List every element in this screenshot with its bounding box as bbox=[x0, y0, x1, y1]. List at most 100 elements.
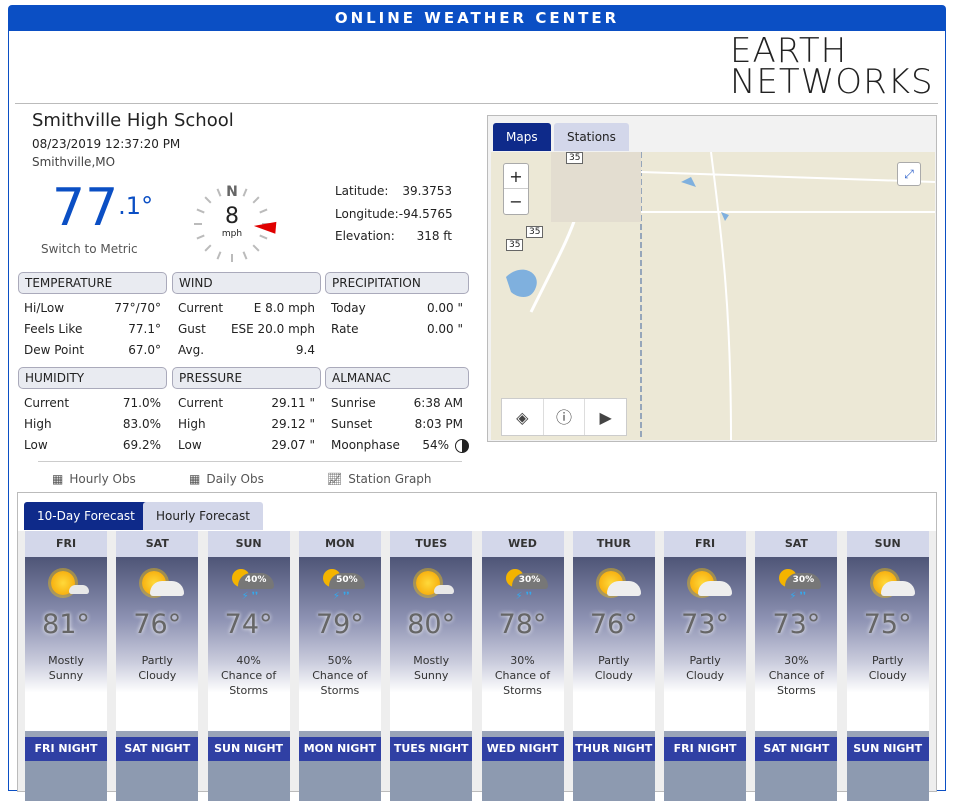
tab-hourly-forecast[interactable]: Hourly Forecast bbox=[143, 502, 263, 530]
interstate-shield: 35 bbox=[506, 239, 524, 251]
station-name: Smithville High School bbox=[32, 110, 234, 131]
data-row: Gust ESE 20.0 mph bbox=[178, 322, 315, 336]
day-label: MON bbox=[298, 531, 381, 557]
section-precipitation: PRECIPITATION Today 0.00 " Rate 0.00 " bbox=[325, 272, 469, 340]
data-row: Current 29.11 " bbox=[178, 396, 315, 410]
partly-cloudy-icon bbox=[138, 569, 185, 605]
section-header: PRESSURE bbox=[172, 367, 321, 389]
data-row: Moonphase 54% bbox=[325, 435, 469, 456]
night-icon bbox=[25, 761, 107, 801]
data-row: Low 69.2% bbox=[24, 438, 161, 452]
precip-chance: 30% bbox=[792, 575, 815, 585]
divider bbox=[15, 103, 938, 104]
data-row: Sunset 8:03 PM bbox=[331, 417, 463, 431]
interstate-shield: 35 bbox=[566, 152, 584, 164]
moon-phase-icon bbox=[455, 438, 469, 453]
forecast-day-card: FRI 81° Mostly Sunny FRI NIGHT bbox=[25, 531, 107, 801]
night-label: SAT NIGHT bbox=[116, 737, 199, 761]
high-temp: 78° bbox=[498, 609, 547, 640]
zoom-out-button[interactable]: − bbox=[504, 189, 528, 214]
condition: Partly Cloudy bbox=[594, 654, 633, 682]
zoom-in-button[interactable]: + bbox=[504, 164, 528, 189]
high-temp: 75° bbox=[863, 609, 912, 640]
storm-icon: 40% ⚡︎ ❜❜ bbox=[230, 569, 274, 605]
daily-obs-link[interactable]: ▦ Daily Obs bbox=[189, 472, 264, 486]
data-row: Dew Point 67.0° bbox=[24, 343, 161, 357]
night-icon bbox=[664, 761, 747, 801]
station-city: Smithville,MO bbox=[32, 155, 116, 169]
forecast-day-card: SAT 30% ⚡︎ ❜❜ 73° 30% Chance of Storms SA… bbox=[755, 531, 838, 801]
section-almanac: ALMANAC Sunrise 6:38 AM Sunset 8:03 PM Moonph… bbox=[325, 367, 469, 456]
night-label: WED NIGHT bbox=[481, 737, 564, 761]
compass-north: N bbox=[226, 184, 238, 200]
day-label: FRI bbox=[25, 531, 107, 557]
high-temp: 80° bbox=[407, 609, 456, 640]
map-panel: Maps Stations 35 35 35 + − ⤢ ◈ ⓘ ▶ bbox=[487, 115, 937, 442]
night-icon bbox=[116, 761, 199, 801]
forecast-day-card: MON 50% ⚡︎ ❜❜ 79° 50% Chance of Storms MO… bbox=[298, 531, 381, 801]
precip-chance: 50% bbox=[336, 575, 358, 585]
data-row: High 83.0% bbox=[24, 417, 161, 431]
graph-icon: 📈︎ bbox=[327, 472, 343, 486]
wind-unit: mph bbox=[221, 229, 243, 239]
current-temperature: 77.1° bbox=[52, 178, 154, 238]
night-icon bbox=[298, 761, 381, 801]
map-canvas[interactable]: 35 35 35 + − ⤢ ◈ ⓘ ▶ bbox=[491, 152, 935, 440]
precip-chance: 30% bbox=[518, 575, 541, 585]
day-label: TUES bbox=[390, 531, 473, 557]
night-label: MON NIGHT bbox=[298, 737, 381, 761]
data-row: Hi/Low 77°/70° bbox=[24, 301, 161, 315]
station-graph-link[interactable]: 📈︎ Station Graph bbox=[327, 472, 432, 486]
storm-icon: 30% ⚡︎ ❜❜ bbox=[504, 569, 548, 605]
data-row: High 29.12 " bbox=[178, 417, 315, 431]
hourly-obs-link[interactable]: ▦ Hourly Obs bbox=[52, 472, 136, 486]
partly-cloudy-icon bbox=[869, 569, 915, 605]
night-label: THUR NIGHT bbox=[572, 737, 655, 761]
section-header: PRECIPITATION bbox=[325, 272, 469, 294]
high-temp: 79° bbox=[315, 609, 364, 640]
tab-10-day-forecast[interactable]: 10-Day Forecast bbox=[24, 502, 148, 530]
fullscreen-icon[interactable]: ⤢ bbox=[897, 162, 921, 186]
section-header: ALMANAC bbox=[325, 367, 469, 389]
location-info: Latitude: 39.3753 Longitude: -94.5765 Elev… bbox=[335, 184, 453, 243]
tab-maps[interactable]: Maps bbox=[493, 123, 551, 151]
zoom-controls: + − bbox=[503, 163, 529, 215]
data-row: Today 0.00 " bbox=[331, 301, 463, 315]
mostly-sunny-icon bbox=[412, 569, 456, 605]
condition: Mostly Sunny bbox=[48, 654, 84, 682]
day-label: SUN bbox=[846, 531, 929, 557]
section-header: WIND bbox=[172, 272, 321, 294]
night-label: SUN NIGHT bbox=[846, 737, 929, 761]
high-temp: 81° bbox=[42, 609, 90, 640]
forecast-day-card: SUN 75° Partly Cloudy SUN NIGHT bbox=[846, 531, 929, 801]
forecast-day-card: FRI 73° Partly Cloudy FRI NIGHT bbox=[664, 531, 747, 801]
night-label: FRI NIGHT bbox=[25, 737, 107, 761]
night-label: SUN NIGHT bbox=[207, 737, 290, 761]
tab-stations[interactable]: Stations bbox=[554, 123, 629, 151]
night-label: SAT NIGHT bbox=[755, 737, 838, 761]
high-temp: 76° bbox=[133, 609, 182, 640]
switch-to-metric-link[interactable]: Switch to Metric bbox=[41, 242, 138, 256]
forecast-day-card: SUN 40% ⚡︎ ❜❜ 74° 40% Chance of Storms SU… bbox=[207, 531, 290, 801]
night-icon bbox=[207, 761, 290, 801]
observation-datetime: 08/23/2019 12:37:20 PM bbox=[32, 137, 181, 151]
high-temp: 73° bbox=[772, 609, 821, 640]
partly-cloudy-icon bbox=[595, 569, 641, 605]
day-label: THUR bbox=[572, 531, 655, 557]
data-row: Feels Like 77.1° bbox=[24, 322, 161, 336]
mostly-sunny-icon bbox=[47, 569, 91, 605]
night-icon bbox=[755, 761, 838, 801]
data-row: Current E 8.0 mph bbox=[178, 301, 315, 315]
forecast-day-card: SAT 76° Partly Cloudy SAT NIGHT bbox=[116, 531, 199, 801]
forecast-day-card: THUR 76° Partly Cloudy THUR NIGHT bbox=[572, 531, 655, 801]
wind-compass: N 8 mph bbox=[192, 184, 277, 264]
section-header: TEMPERATURE bbox=[18, 272, 167, 294]
info-icon[interactable]: ⓘ bbox=[544, 399, 586, 435]
night-icon bbox=[846, 761, 929, 801]
condition: Partly Cloudy bbox=[868, 654, 907, 682]
night-icon bbox=[390, 761, 473, 801]
layers-icon[interactable]: ◈ bbox=[502, 399, 544, 435]
high-temp: 74° bbox=[224, 609, 273, 640]
night-icon bbox=[481, 761, 564, 801]
play-icon[interactable]: ▶ bbox=[585, 399, 626, 435]
